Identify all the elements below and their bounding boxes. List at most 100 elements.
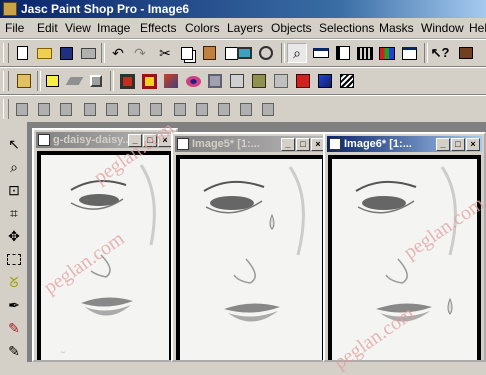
copy-button[interactable] — [177, 43, 197, 63]
stripe-button[interactable] — [337, 71, 357, 91]
toolbar-grip[interactable] — [3, 99, 9, 119]
layer-tool-button-8[interactable] — [170, 99, 190, 119]
color-swatch-icon — [379, 46, 395, 60]
pan-tool-button[interactable]: ↖ — [4, 134, 24, 154]
layer-tool-button-9[interactable] — [192, 99, 212, 119]
bevel-button[interactable] — [86, 71, 106, 91]
clone-tool-button[interactable]: ✎ — [4, 341, 24, 361]
document-title-bar[interactable]: Image6* [1:... _ □ × — [327, 136, 482, 152]
minimize-button[interactable]: _ — [281, 138, 295, 151]
texture-button[interactable] — [249, 71, 269, 91]
paint-shop-pro-icon[interactable] — [3, 2, 17, 16]
close-button[interactable]: × — [466, 138, 480, 151]
highlight-button[interactable] — [42, 71, 62, 91]
dropper-tool-button[interactable]: ✒ — [4, 295, 24, 315]
deform-tool-button[interactable]: ⊡ — [4, 180, 24, 200]
image-canvas[interactable] — [176, 155, 326, 360]
save-button[interactable] — [56, 43, 76, 63]
menu-edit[interactable]: Edit — [37, 21, 58, 35]
menu-selections[interactable]: Selections — [319, 21, 374, 35]
cut-button[interactable]: ✂ — [155, 43, 175, 63]
toolbar-separator — [424, 43, 428, 63]
layer-tool-button-7[interactable] — [146, 99, 166, 119]
layer-tool-button-6[interactable] — [124, 99, 144, 119]
menu-help[interactable]: Help — [469, 21, 486, 35]
workspace[interactable]: g-daisy-daisy... _ □ × ~ Image5* [1:... … — [28, 117, 486, 374]
layer-tool-button-10[interactable] — [214, 99, 234, 119]
selection-tool-button[interactable] — [4, 249, 24, 269]
clone-brush-icon: ✎ — [8, 342, 20, 359]
tool-options-button[interactable] — [14, 71, 34, 91]
menu-colors[interactable]: Colors — [185, 21, 220, 35]
drop-shadow-button[interactable] — [161, 71, 181, 91]
context-help-button[interactable]: ↖? — [430, 43, 450, 63]
menu-file[interactable]: File — [5, 21, 24, 35]
sharpen-button[interactable] — [227, 71, 247, 91]
zoom-tool-button[interactable]: ⌕ — [4, 157, 24, 177]
layer-tool-button-1[interactable] — [12, 99, 32, 119]
bevel-icon — [90, 75, 102, 87]
new-file-icon — [16, 46, 28, 60]
layer-tool-button-12[interactable] — [258, 99, 278, 119]
print-button[interactable] — [78, 43, 98, 63]
full-screen-button[interactable] — [234, 43, 254, 63]
toggle-toolbars-button[interactable] — [311, 43, 331, 63]
browse-button[interactable] — [456, 43, 476, 63]
layer-tool-button-4[interactable] — [80, 99, 100, 119]
new-button[interactable] — [12, 43, 32, 63]
undo-button[interactable]: ↶ — [108, 43, 128, 63]
layer-tool-button-2[interactable] — [34, 99, 54, 119]
menu-objects[interactable]: Objects — [271, 21, 312, 35]
menu-window[interactable]: Window — [421, 21, 464, 35]
layer-tool-button-3[interactable] — [56, 99, 76, 119]
mover-tool-button[interactable]: ✥ — [4, 226, 24, 246]
eye-candy-button[interactable] — [183, 71, 203, 91]
menu-layers[interactable]: Layers — [227, 21, 263, 35]
layer-toolbar — [0, 95, 486, 123]
tool-palette: ↖ ⌕ ⊡ ⌗ ✥ ᘜ ✒ ✎ ✎ — [0, 122, 28, 362]
hue-button[interactable] — [293, 71, 313, 91]
paste-button[interactable] — [199, 43, 219, 63]
color-adjust-button[interactable] — [315, 71, 335, 91]
toolbar-grip[interactable] — [3, 43, 9, 63]
document-window-image5[interactable]: Image5* [1:... _ □ × — [171, 132, 331, 362]
menu-effects[interactable]: Effects — [140, 21, 176, 35]
document-title-bar[interactable]: Image5* [1:... _ □ × — [175, 136, 327, 152]
layer-icon — [106, 102, 118, 116]
copy-icon — [181, 46, 193, 60]
overview-button[interactable] — [399, 43, 419, 63]
menu-image[interactable]: Image — [97, 21, 130, 35]
open-folder-icon — [36, 47, 52, 59]
maximize-button[interactable]: □ — [451, 138, 465, 151]
open-button[interactable] — [34, 43, 54, 63]
freehand-tool-button[interactable]: ᘜ — [4, 272, 24, 292]
normal-viewing-button[interactable] — [256, 43, 276, 63]
frame-button[interactable] — [139, 71, 159, 91]
crop-icon: ⌗ — [10, 204, 18, 221]
redo-button[interactable]: ↷ — [130, 43, 150, 63]
toolbar-grip[interactable] — [3, 71, 9, 91]
crop-tool-button[interactable]: ⌗ — [4, 203, 24, 223]
buttonize-button[interactable] — [117, 71, 137, 91]
layer-tool-button-11[interactable] — [236, 99, 256, 119]
paste-icon — [202, 46, 216, 60]
palette-icon — [336, 46, 350, 60]
emboss-button[interactable] — [205, 71, 225, 91]
paintbrush-tool-button[interactable]: ✎ — [4, 318, 24, 338]
layer-tool-button-5[interactable] — [102, 99, 122, 119]
menu-view[interactable]: View — [65, 21, 91, 35]
shape-button[interactable] — [64, 71, 84, 91]
app-title-bar[interactable]: Jasc Paint Shop Pro - Image6 — [0, 0, 486, 18]
histogram-button[interactable] — [355, 43, 375, 63]
blur-button[interactable] — [271, 71, 291, 91]
stripes-icon — [340, 74, 354, 88]
toolbar-separator — [281, 43, 285, 63]
maximize-button[interactable]: □ — [296, 138, 310, 151]
color-palette-button[interactable] — [377, 43, 397, 63]
zoom-button[interactable]: ⌕ — [287, 43, 307, 63]
menu-masks[interactable]: Masks — [379, 21, 414, 35]
document-title: g-daisy-daisy... — [53, 134, 132, 146]
document-title: Image5* [1:... — [192, 138, 260, 150]
minimize-button[interactable]: _ — [436, 138, 450, 151]
tool-palette-button[interactable] — [333, 43, 353, 63]
